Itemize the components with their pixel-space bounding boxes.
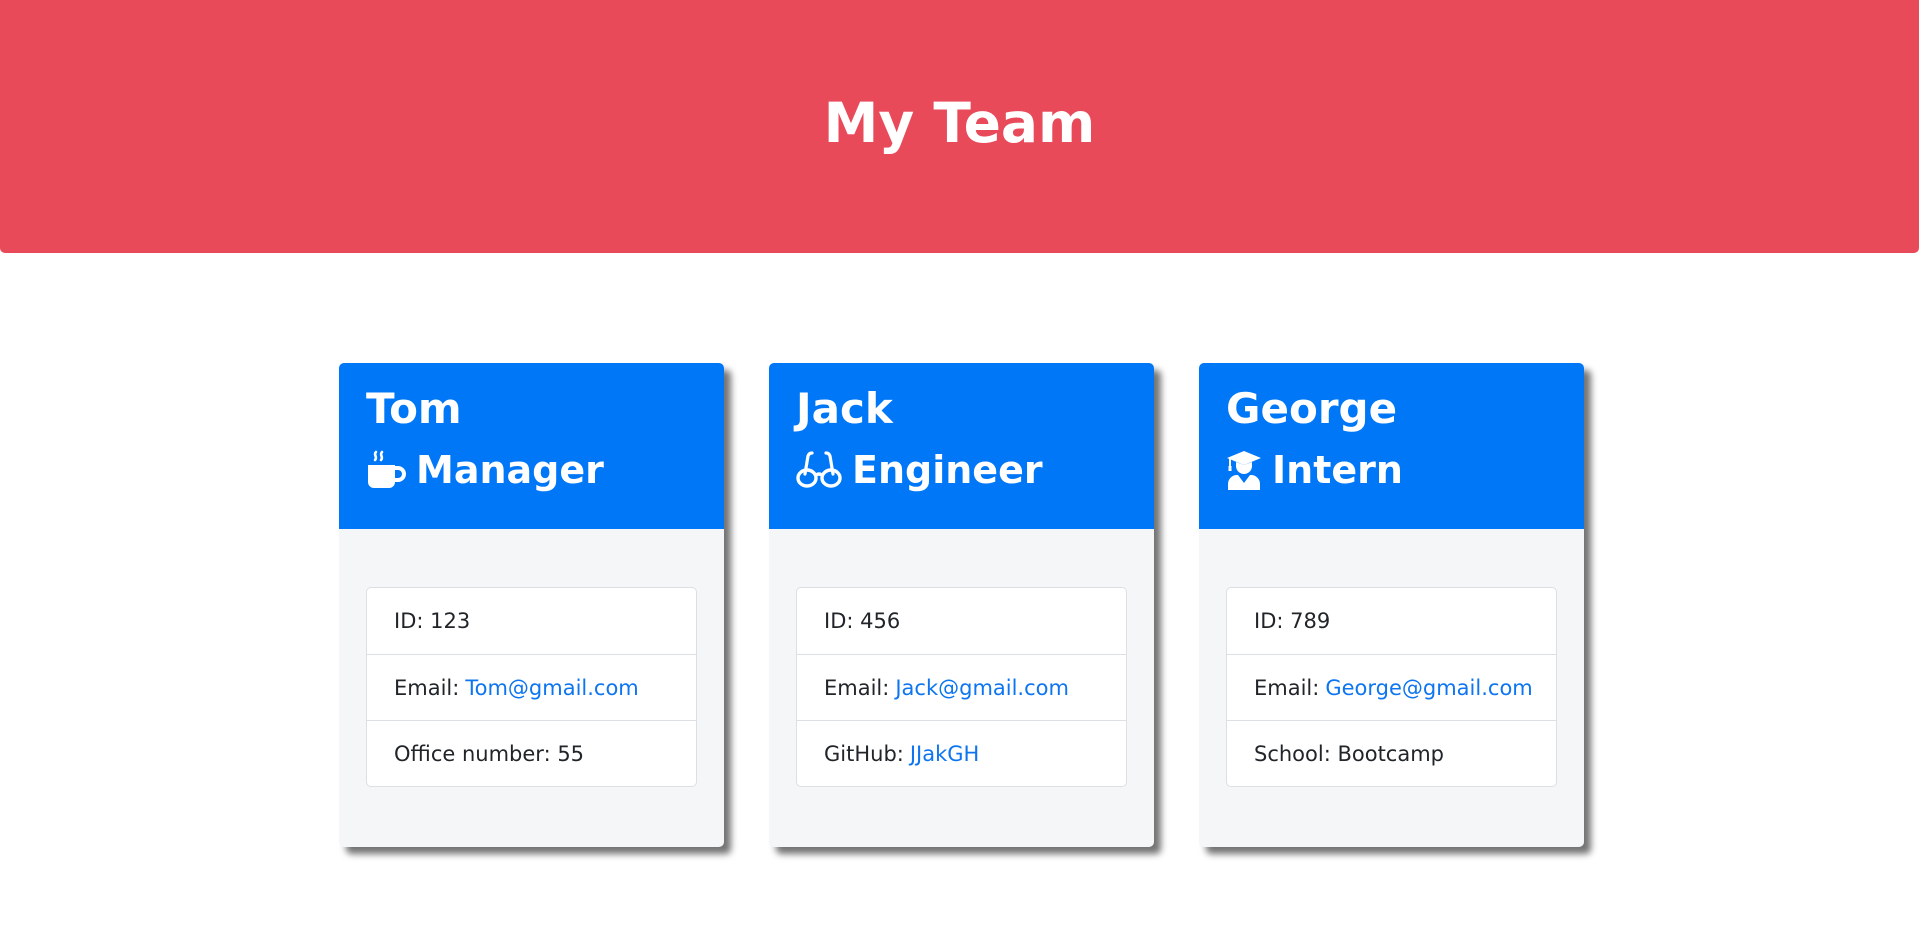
id-text: ID: 789: [1254, 609, 1331, 633]
email-label: Email:: [824, 675, 890, 700]
employee-card-intern: George Intern ID: 789 Email: George@gmai…: [1199, 363, 1584, 847]
employee-role: Intern: [1226, 447, 1584, 493]
employee-card-manager: Tom Manager ID: 123 Email: Tom@gmail.com…: [339, 363, 724, 847]
list-item-id: ID: 789: [1227, 588, 1556, 654]
office-number-text: Office number: 55: [394, 741, 585, 766]
email-label: Email:: [1254, 675, 1320, 700]
mug-hot-icon: [366, 450, 406, 490]
employee-details: ID: 456 Email: Jack@gmail.com GitHub: JJ…: [796, 587, 1127, 787]
list-item-email: Email: George@gmail.com: [1227, 654, 1556, 720]
list-item-github: GitHub: JJakGH: [797, 720, 1126, 786]
employee-details: ID: 123 Email: Tom@gmail.com Office numb…: [366, 587, 697, 787]
role-label: Engineer: [852, 448, 1043, 492]
github-label: GitHub:: [824, 741, 904, 766]
role-label: Intern: [1272, 448, 1403, 492]
email-link[interactable]: Jack@gmail.com: [895, 676, 1069, 700]
card-header: Jack Engineer: [769, 363, 1154, 529]
list-item-email: Email: Tom@gmail.com: [367, 654, 696, 720]
list-item-office-number: Office number: 55: [367, 720, 696, 786]
page-title: My Team: [823, 90, 1096, 155]
list-item-id: ID: 123: [367, 588, 696, 654]
employee-card-engineer: Jack Engineer ID: 456 Email: Jack@gmail.…: [769, 363, 1154, 847]
email-link[interactable]: George@gmail.com: [1325, 676, 1532, 700]
team-cards: Tom Manager ID: 123 Email: Tom@gmail.com…: [339, 363, 1584, 848]
id-text: ID: 123: [394, 609, 471, 633]
user-graduate-icon: [1226, 450, 1262, 490]
github-link[interactable]: JJakGH: [910, 742, 979, 766]
employee-name: Jack: [796, 384, 893, 433]
school-text: School: Bootcamp: [1254, 741, 1445, 766]
email-label: Email:: [394, 675, 460, 700]
employee-name: George: [1226, 384, 1398, 433]
email-link[interactable]: Tom@gmail.com: [465, 676, 638, 700]
list-item-email: Email: Jack@gmail.com: [797, 654, 1126, 720]
card-header: George Intern: [1199, 363, 1584, 529]
id-text: ID: 456: [824, 609, 901, 633]
employee-role: Engineer: [796, 447, 1154, 493]
employee-name: Tom: [366, 384, 462, 433]
glasses-icon: [796, 450, 842, 490]
list-item-id: ID: 456: [797, 588, 1126, 654]
employee-details: ID: 789 Email: George@gmail.com School: …: [1226, 587, 1557, 787]
role-label: Manager: [416, 448, 604, 492]
card-header: Tom Manager: [339, 363, 724, 529]
page-header: My Team: [0, 0, 1919, 253]
employee-role: Manager: [366, 447, 724, 493]
list-item-school: School: Bootcamp: [1227, 720, 1556, 786]
